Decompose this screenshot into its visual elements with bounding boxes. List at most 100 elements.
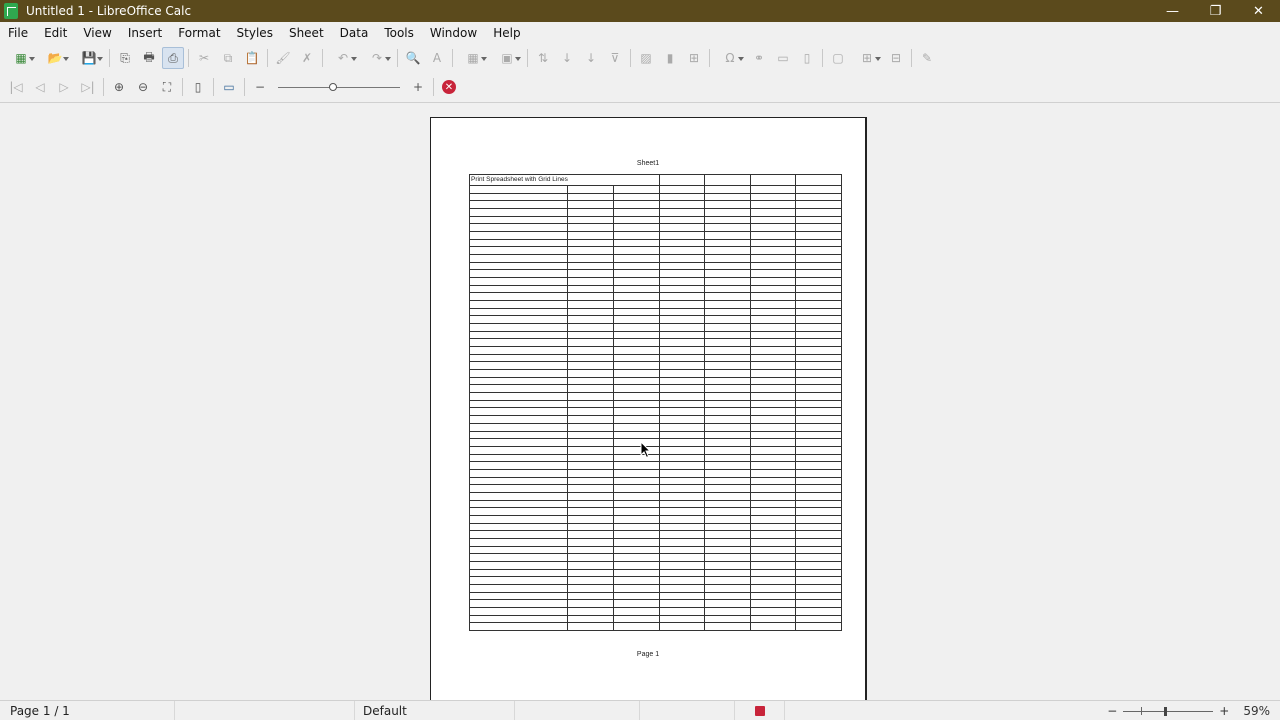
grid-cell — [567, 330, 614, 340]
sort-ascending-icon[interactable]: ↓ — [556, 47, 578, 69]
grid-cell — [612, 361, 660, 371]
grid-row — [468, 560, 842, 570]
freeze-rows-columns-icon[interactable]: ⊞ — [851, 47, 883, 69]
grid-cell — [795, 468, 842, 478]
paste-icon[interactable]: 📋 — [241, 47, 263, 69]
print-icon[interactable]: 🖶 — [138, 47, 160, 69]
grid-row — [468, 453, 842, 463]
pivot-table-icon[interactable]: ⊞ — [683, 47, 705, 69]
grid-cell — [468, 346, 569, 355]
menu-format[interactable]: Format — [170, 26, 228, 40]
special-character-icon[interactable]: Ω — [714, 47, 746, 69]
menu-sheet[interactable]: Sheet — [281, 26, 332, 40]
grid-row — [468, 384, 842, 394]
zoom-plus-button[interactable]: + — [407, 76, 429, 98]
grid-cell — [749, 392, 797, 401]
split-window-icon[interactable]: ⊟ — [885, 47, 907, 69]
restore-button[interactable]: ❐ — [1194, 0, 1237, 22]
menu-edit[interactable]: Edit — [36, 26, 75, 40]
insert-chart-icon[interactable]: ▮ — [659, 47, 681, 69]
status-zoom-slider[interactable] — [1123, 706, 1214, 716]
next-page-icon[interactable]: ▷ — [53, 76, 75, 98]
new-document-icon[interactable]: ▦ — [5, 47, 37, 69]
zoom-slider-knob[interactable] — [328, 83, 337, 91]
redo-icon[interactable]: ↷ — [361, 47, 393, 69]
menu-data[interactable]: Data — [332, 26, 377, 40]
last-page-icon[interactable]: ▷| — [77, 76, 99, 98]
grid-row — [468, 507, 842, 516]
menu-window[interactable]: Window — [422, 26, 485, 40]
menu-help[interactable]: Help — [485, 26, 528, 40]
full-screen-icon[interactable]: ⛶ — [156, 76, 178, 98]
zoom-minus-button[interactable]: − — [249, 76, 271, 98]
grid-cell — [612, 438, 660, 447]
hyperlink-icon[interactable]: ⚭ — [748, 47, 770, 69]
borders-icon[interactable]: ▦ — [457, 47, 489, 69]
grid-cell — [749, 484, 797, 493]
grid-cell — [704, 507, 751, 516]
zoom-in-tool-icon[interactable]: ⊕ — [108, 76, 130, 98]
status-zoom-knob[interactable] — [1163, 706, 1167, 716]
define-print-area-icon[interactable]: ▢ — [827, 47, 849, 69]
page-format-icon[interactable]: ▯ — [187, 76, 209, 98]
grid-cell — [612, 606, 660, 616]
save-icon[interactable]: 💾 — [73, 47, 105, 69]
export-pdf-icon[interactable]: ⎘ — [114, 47, 136, 69]
zoom-slider[interactable] — [274, 76, 404, 98]
grid-cell — [749, 338, 797, 348]
sort-descending-icon[interactable]: ↓ — [580, 47, 602, 69]
grid-cell — [749, 231, 797, 240]
grid-cell — [749, 553, 797, 562]
previous-page-icon[interactable]: ◁ — [29, 76, 51, 98]
grid-cell — [704, 307, 751, 317]
menu-tools[interactable]: Tools — [376, 26, 422, 40]
margins-icon[interactable]: ▭ — [218, 76, 240, 98]
grid-cell — [567, 560, 614, 570]
close-window-button[interactable]: ✕ — [1237, 0, 1280, 22]
close-preview-button[interactable]: ✕ — [438, 76, 460, 98]
grid-cell — [658, 583, 706, 593]
document-modified-status[interactable] — [735, 700, 785, 720]
grid-cell — [612, 491, 660, 501]
menu-view[interactable]: View — [75, 26, 119, 40]
grid-cell — [749, 461, 797, 470]
find-replace-icon[interactable]: 🔍 — [402, 47, 424, 69]
grid-row — [468, 369, 842, 378]
open-file-icon[interactable]: 📂 — [39, 47, 71, 69]
grid-row — [468, 614, 842, 624]
menu-styles[interactable]: Styles — [229, 26, 281, 40]
first-page-icon[interactable]: |◁ — [5, 76, 27, 98]
grid-cell — [658, 315, 706, 325]
grid-cell — [567, 185, 614, 194]
copy-icon[interactable]: ⧉ — [217, 47, 239, 69]
grid-cell — [704, 514, 751, 524]
merge-cells-icon[interactable]: ▣ — [491, 47, 523, 69]
cut-icon[interactable]: ✂ — [193, 47, 215, 69]
print-preview-icon[interactable]: ⎙ — [162, 47, 184, 69]
zoom-out-tool-icon[interactable]: ⊖ — [132, 76, 154, 98]
spelling-icon[interactable]: A — [426, 47, 448, 69]
grid-cell — [468, 453, 569, 463]
draw-functions-icon[interactable]: ✎ — [916, 47, 938, 69]
grid-cell — [468, 614, 569, 624]
grid-cell — [795, 560, 842, 570]
menu-file[interactable]: File — [0, 26, 36, 40]
clear-formatting-icon[interactable]: ✗ — [296, 47, 318, 69]
undo-icon[interactable]: ↶ — [327, 47, 359, 69]
clone-formatting-icon[interactable]: 🖌 — [272, 47, 294, 69]
grid-cell — [658, 185, 706, 194]
sort-icon[interactable]: ⇅ — [532, 47, 554, 69]
grid-cell — [612, 468, 660, 478]
grid-cell — [612, 192, 660, 202]
insert-image-icon[interactable]: ▨ — [635, 47, 657, 69]
menu-insert[interactable]: Insert — [120, 26, 170, 40]
grid-cell — [749, 307, 797, 317]
comment-icon[interactable]: ▭ — [772, 47, 794, 69]
autofilter-icon[interactable]: ⊽ — [604, 47, 626, 69]
status-zoom-out-button[interactable]: − — [1107, 704, 1117, 718]
grid-row — [468, 392, 842, 401]
headers-footers-icon[interactable]: ▯ — [796, 47, 818, 69]
minimize-button[interactable]: — — [1151, 0, 1194, 22]
zoom-percentage[interactable]: 59% — [1243, 704, 1270, 718]
status-zoom-in-button[interactable]: + — [1219, 704, 1229, 718]
